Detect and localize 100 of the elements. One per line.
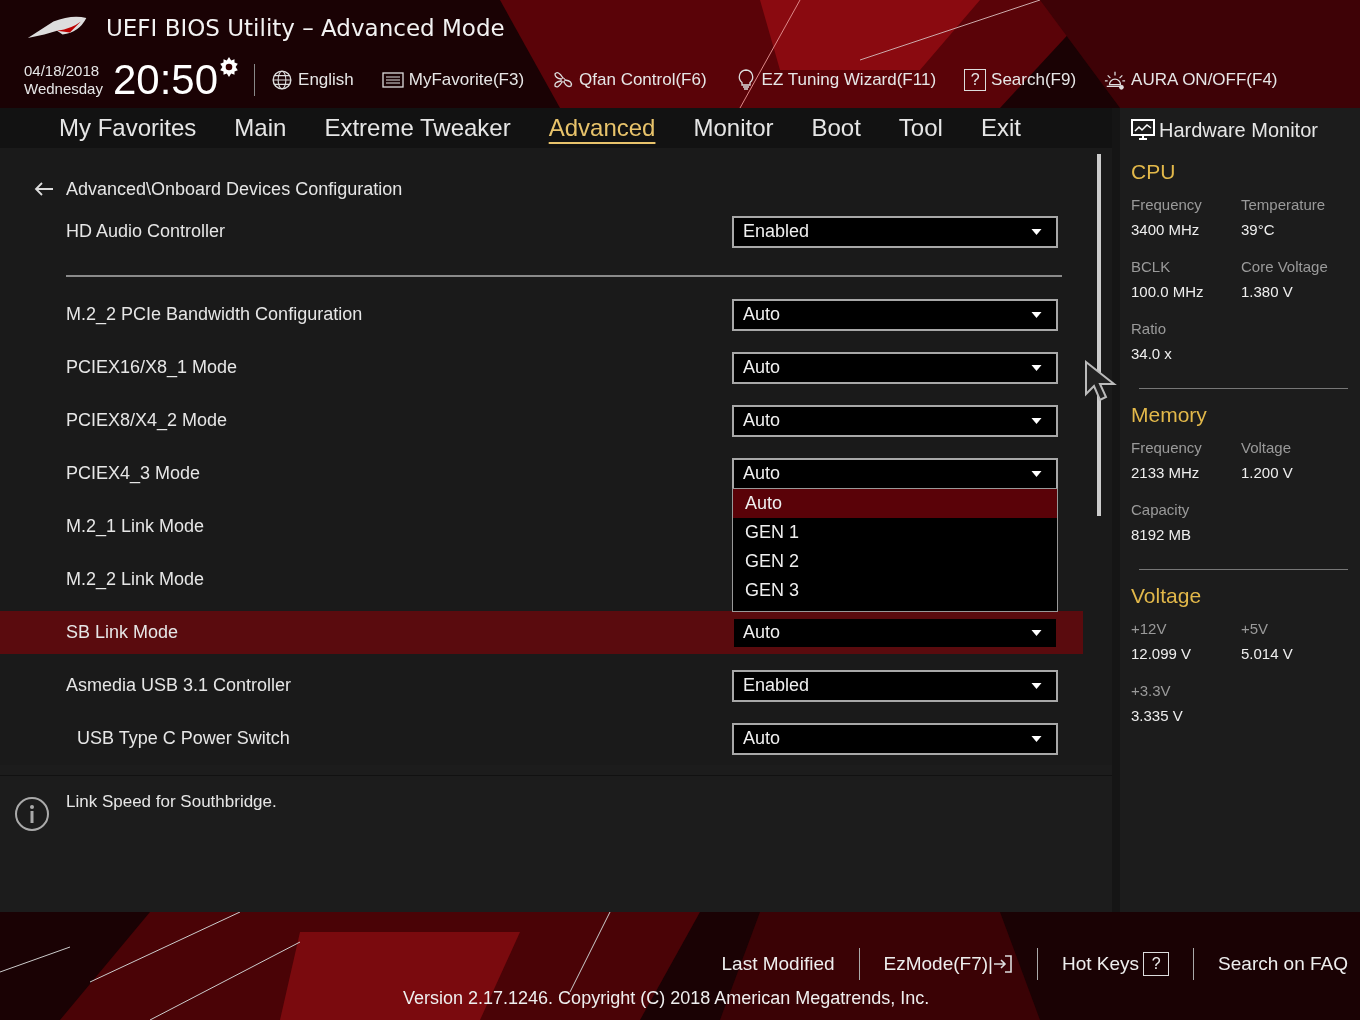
- setting-row[interactable]: HD Audio Controller Enabled: [0, 210, 1083, 253]
- list-icon: [381, 69, 404, 91]
- caret-icon: [1031, 228, 1042, 235]
- stat-label: Voltage: [1241, 439, 1293, 456]
- dropdown-option[interactable]: Auto: [733, 488, 1057, 518]
- toolbar-button[interactable]: Qfan Control(F6): [552, 69, 707, 91]
- clock-time: 20:50: [112, 58, 219, 102]
- stat-value: 3.335 V: [1131, 707, 1184, 724]
- setting-label: Asmedia USB 3.1 Controller: [66, 675, 293, 696]
- dropdown-option[interactable]: GEN 3: [733, 575, 1057, 605]
- caret-icon: [1031, 364, 1042, 371]
- menu-tab[interactable]: Boot: [792, 108, 880, 148]
- setting-row[interactable]: M.2_2 Link Mode: [0, 558, 686, 601]
- setting-dropdown[interactable]: Enabled: [732, 215, 1058, 248]
- toolbar-button[interactable]: AURA ON/OFF(F4): [1104, 69, 1278, 91]
- menu-tab[interactable]: My Favorites: [40, 108, 216, 148]
- caret-icon: [1031, 629, 1042, 636]
- caret-icon: [1031, 735, 1042, 742]
- stat-label: Frequency: [1131, 439, 1203, 456]
- info-icon: [14, 796, 50, 832]
- setting-dropdown[interactable]: Auto: [732, 404, 1058, 437]
- toolbar-button[interactable]: MyFavorite(F3): [381, 69, 525, 91]
- menu-tab[interactable]: Advanced: [529, 108, 675, 148]
- toolbar-button[interactable]: EZ Tuning Wizard(F11): [734, 69, 937, 91]
- exit-icon: [993, 954, 1013, 974]
- globe-icon: [271, 69, 294, 91]
- stat-label: BCLK: [1131, 258, 1172, 275]
- setting-dropdown[interactable]: Auto: [732, 722, 1058, 755]
- caret-icon: [1031, 417, 1042, 424]
- setting-label: HD Audio Controller: [66, 221, 227, 242]
- back-arrow-icon[interactable]: [34, 181, 54, 197]
- setting-dropdown[interactable]: Enabled: [732, 669, 1058, 702]
- setting-dropdown[interactable]: Auto: [732, 457, 1058, 490]
- window-title: UEFI BIOS Utility – Advanced Mode: [106, 15, 505, 41]
- stat-label: +12V: [1131, 620, 1168, 637]
- setting-row[interactable]: M.2_2 PCIe Bandwidth Configuration Auto: [0, 293, 1083, 336]
- setting-label: PCIEX16/X8_1 Mode: [66, 357, 239, 378]
- help-text: Link Speed for Southbridge.: [66, 792, 277, 812]
- day-text: Wednesday: [24, 80, 103, 98]
- setting-row[interactable]: PCIEX16/X8_1 Mode Auto: [0, 346, 1083, 389]
- date-text: 04/18/2018: [24, 62, 101, 80]
- section-title: Voltage: [1131, 584, 1203, 608]
- setting-label: PCIEX4_3 Mode: [66, 463, 202, 484]
- section-title: Memory: [1131, 403, 1208, 427]
- stat-value: 34.0 x: [1131, 345, 1173, 362]
- caret-icon: [1031, 311, 1042, 318]
- setting-label: M.2_2 Link Mode: [66, 569, 206, 590]
- caret-icon: [1031, 682, 1042, 689]
- footer-link[interactable]: Last Modified: [721, 953, 835, 975]
- help-icon: ?: [964, 69, 987, 91]
- stat-label: +3.3V: [1131, 682, 1172, 699]
- stat-value: 1.380 V: [1241, 283, 1294, 300]
- setting-dropdown[interactable]: Auto: [732, 616, 1058, 649]
- setting-row[interactable]: Asmedia USB 3.1 Controller Enabled: [0, 664, 1083, 707]
- dropdown-option[interactable]: GEN 2: [733, 546, 1057, 576]
- panel-title: Hardware Monitor: [1159, 118, 1318, 142]
- setting-label: M.2_2 PCIe Bandwidth Configuration: [66, 304, 364, 325]
- section-title: CPU: [1131, 160, 1177, 184]
- caret-icon: [1031, 470, 1042, 477]
- dropdown-option[interactable]: GEN 1: [733, 517, 1057, 547]
- stat-label: Ratio: [1131, 320, 1168, 337]
- footer-link[interactable]: Search on FAQ: [1218, 953, 1348, 975]
- setting-label: M.2_1 Link Mode: [66, 516, 206, 537]
- help-icon: ?: [1143, 952, 1170, 976]
- menu-tab[interactable]: Main: [215, 108, 306, 148]
- stat-value: 8192 MB: [1131, 526, 1193, 543]
- setting-dropdown[interactable]: Auto: [732, 298, 1058, 331]
- menu-tab[interactable]: Monitor: [674, 108, 793, 148]
- menu-tab[interactable]: Extreme Tweaker: [305, 108, 530, 148]
- setting-row[interactable]: PCIEX8/X4_2 Mode Auto: [0, 399, 1083, 442]
- setting-dropdown[interactable]: Auto: [732, 351, 1058, 384]
- scrollbar[interactable]: [1097, 154, 1101, 516]
- stat-value: 3400 MHz: [1131, 221, 1201, 238]
- stat-value: 5.014 V: [1241, 645, 1294, 662]
- stat-label: Frequency: [1131, 196, 1203, 213]
- breadcrumb-path: Advanced\Onboard Devices Configuration: [66, 178, 403, 200]
- stat-label: Capacity: [1131, 501, 1191, 518]
- version-text: Version 2.17.1246. Copyright (C) 2018 American Megatrends, Inc.: [403, 988, 930, 1009]
- setting-row[interactable]: SB Link Mode Auto: [0, 611, 1083, 654]
- menu-tab[interactable]: Exit: [961, 108, 1040, 148]
- setting-label: PCIEX8/X4_2 Mode: [66, 410, 229, 431]
- light-icon: [1104, 69, 1127, 91]
- toolbar-button[interactable]: ? Search(F9): [964, 69, 1077, 91]
- footer-link[interactable]: Hot Keys ?: [1062, 952, 1170, 976]
- menu-tab[interactable]: Tool: [879, 108, 962, 148]
- setting-label: SB Link Mode: [66, 622, 180, 643]
- stat-value: 2133 MHz: [1131, 464, 1201, 481]
- stat-label: Temperature: [1241, 196, 1327, 213]
- footer-link[interactable]: EzMode(F7)|: [883, 953, 1013, 975]
- stat-value: 39°C: [1241, 221, 1276, 238]
- stat-label: Core Voltage: [1241, 258, 1329, 275]
- stat-label: +5V: [1241, 620, 1270, 637]
- stat-value: 100.0 MHz: [1131, 283, 1205, 300]
- setting-row[interactable]: M.2_1 Link Mode: [0, 505, 686, 548]
- stat-value: 12.099 V: [1131, 645, 1193, 662]
- setting-row[interactable]: USB Type C Power Switch Auto: [0, 717, 1083, 760]
- setting-label: USB Type C Power Switch: [76, 728, 291, 749]
- monitor-icon: [1131, 119, 1155, 141]
- toolbar-button[interactable]: English: [271, 69, 354, 91]
- stat-value: 1.200 V: [1241, 464, 1294, 481]
